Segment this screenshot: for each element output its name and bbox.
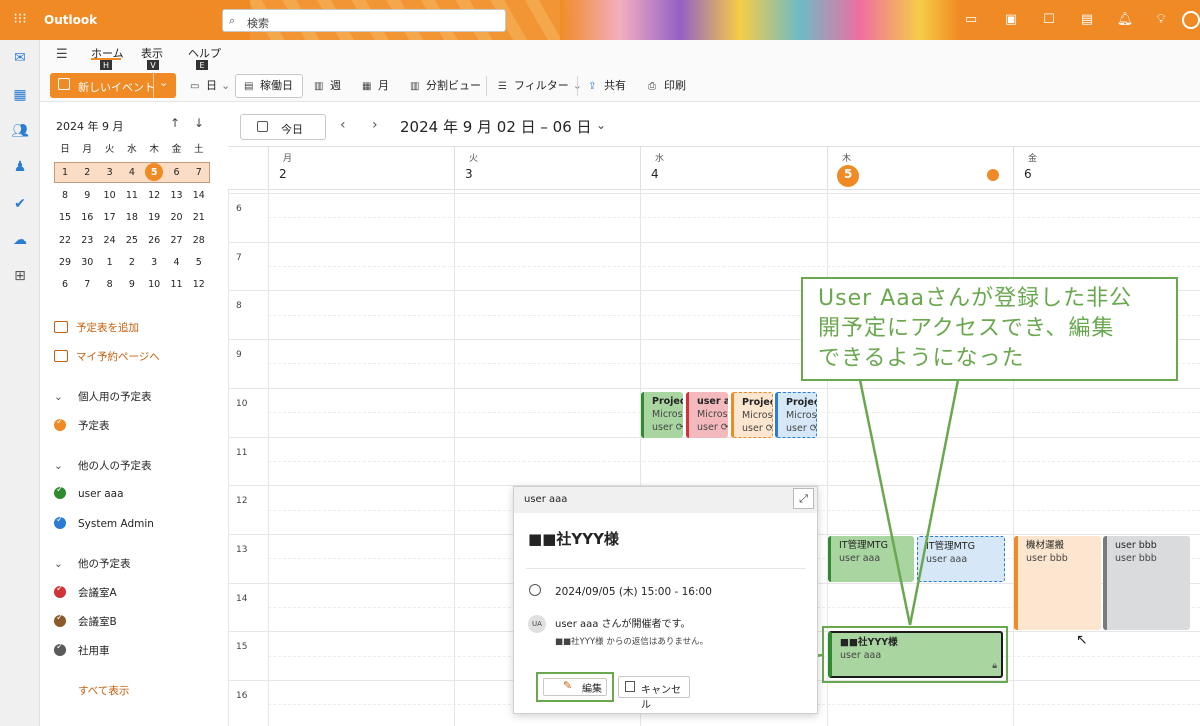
annotation-line-3: できるようになった	[818, 346, 1025, 371]
popup-organizer: user aaa さんが開催者です。	[555, 619, 691, 630]
popup-title: ■■社YYY様	[528, 530, 619, 548]
edit-button[interactable]: ✎ 編集	[536, 672, 614, 702]
annotation-line-1: User Aaaさんが登録した非公	[818, 286, 1133, 311]
clock-icon	[529, 584, 541, 596]
annotation-line	[908, 379, 960, 626]
popup-owner: user aaa	[524, 494, 568, 505]
expand-icon[interactable]: ⤢	[793, 488, 814, 509]
popup-no-reply: ■■社YYY様 からの返信はありません。	[555, 637, 709, 647]
mouse-cursor-icon: ↖	[1076, 632, 1088, 648]
pencil-icon: ✎	[563, 679, 573, 692]
cancel-label: キャンセル	[641, 685, 681, 711]
popup-divider	[526, 568, 806, 569]
annotation-line-2: 開予定にアクセスでき、編集	[818, 316, 1115, 341]
cancel-icon	[625, 681, 635, 692]
annotation-text: User Aaaさんが登録した非公 開予定にアクセスでき、編集 できるようになっ…	[818, 284, 1168, 374]
edit-label: 編集	[582, 684, 602, 695]
popup-time: 2024/09/05 (木) 15:00 - 16:00	[555, 586, 712, 598]
avatar: UA	[528, 615, 546, 633]
annotation-line	[858, 379, 912, 626]
cancel-button[interactable]: キャンセル	[618, 676, 690, 711]
